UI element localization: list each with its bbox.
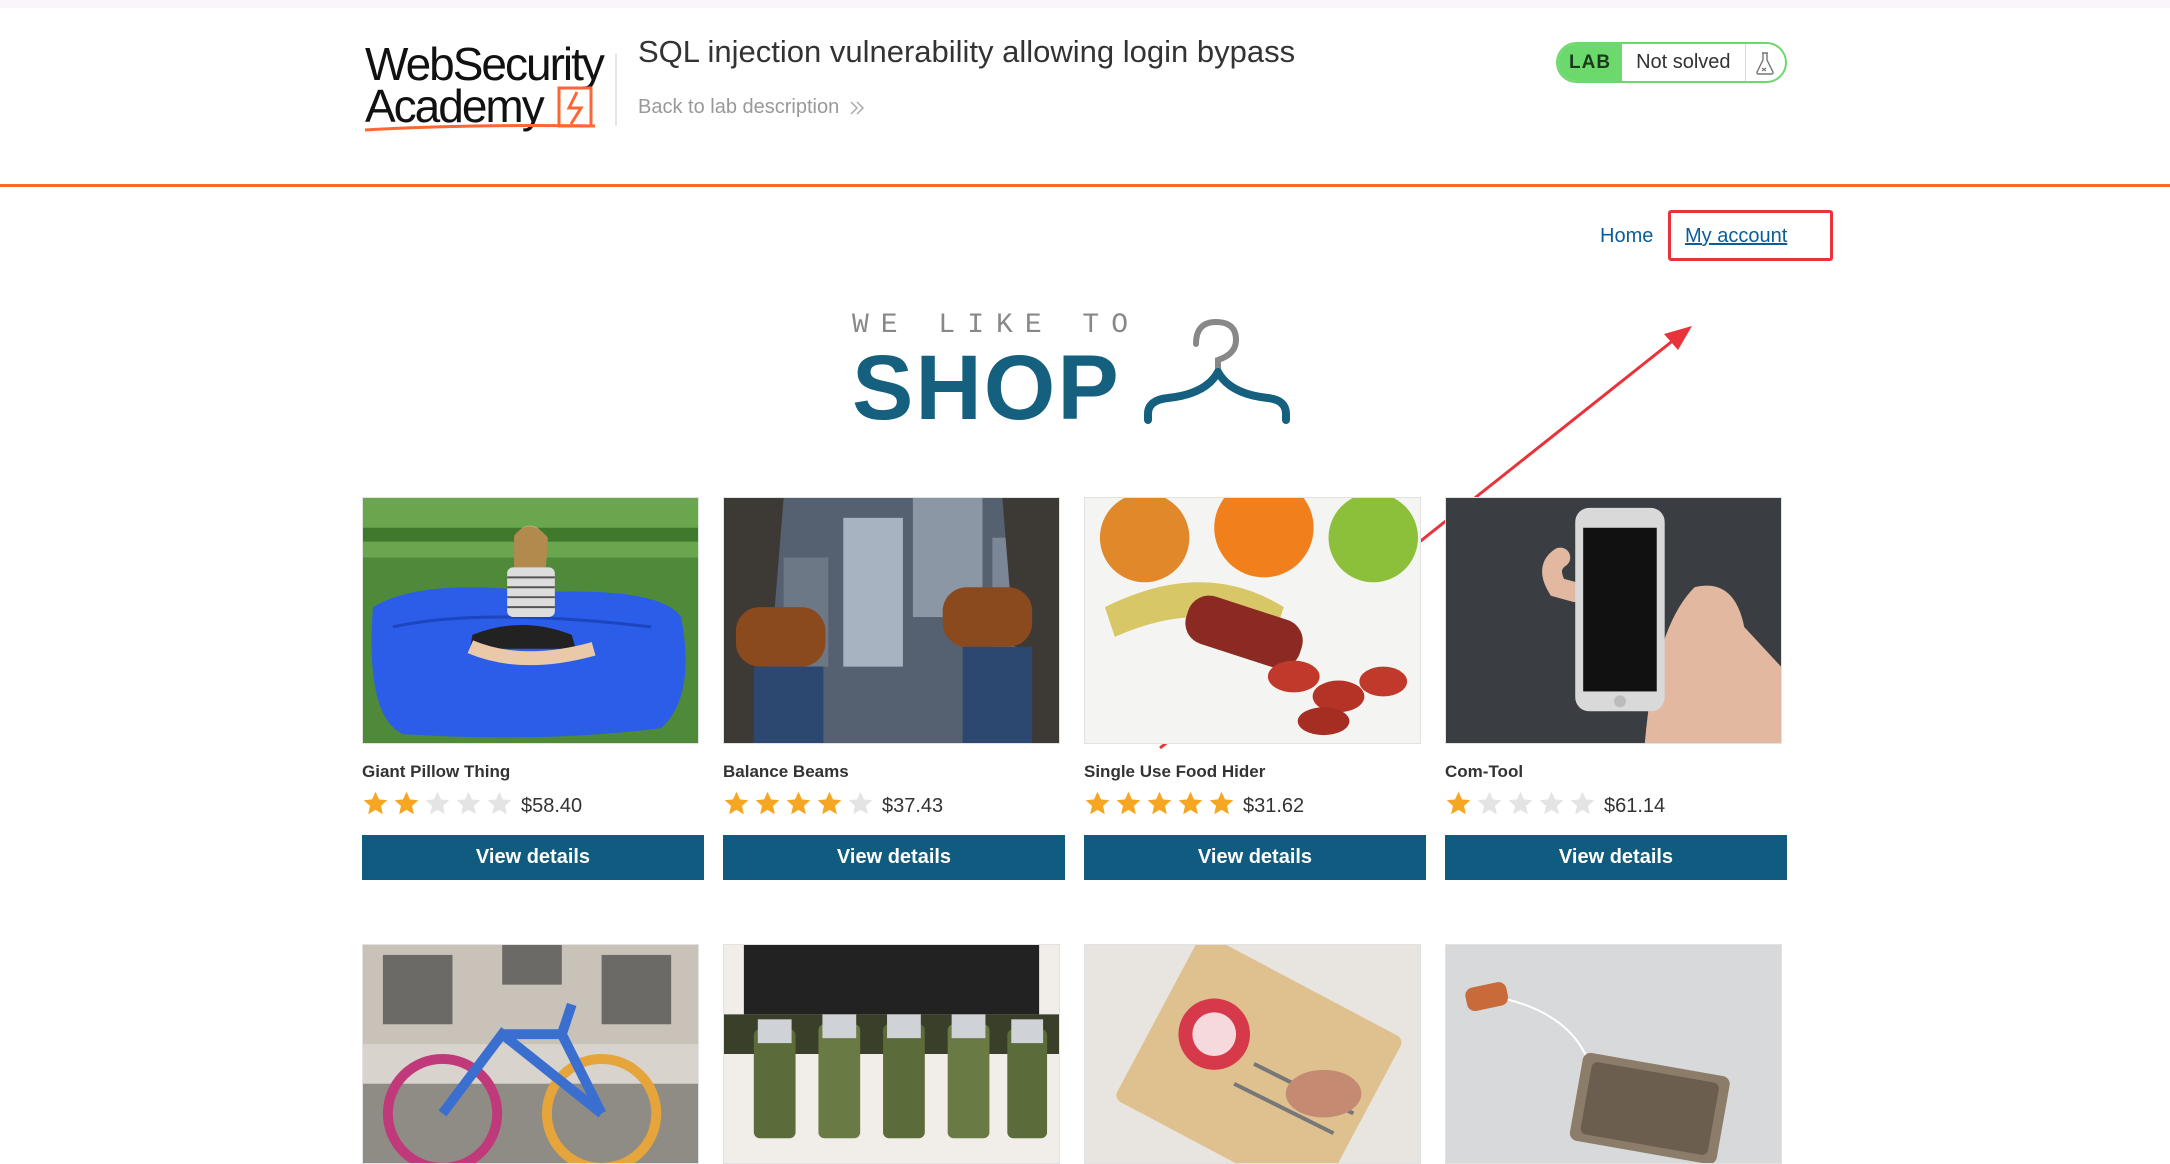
product-name: Single Use Food Hider <box>1084 762 1266 781</box>
star-filled-icon <box>1446 791 1471 815</box>
nav-home-link[interactable]: Home <box>1600 225 1653 248</box>
star-empty-icon <box>1508 791 1533 815</box>
star-filled-icon <box>363 791 388 815</box>
view-details-button[interactable]: View details <box>362 835 704 880</box>
product-rating-row: $37.43 <box>723 789 943 818</box>
product-image-yarn-bike <box>362 944 699 1164</box>
star-filled-icon <box>1116 791 1141 815</box>
back-to-lab-description-link[interactable]: Back to lab description <box>638 96 865 119</box>
banner-title: SHOP <box>852 337 1121 439</box>
star-filled-icon <box>755 791 780 815</box>
web-security-academy-logo[interactable]: WebSecurity Academy <box>363 38 623 138</box>
hanger-icon <box>1144 318 1290 424</box>
product-name: Balance Beams <box>723 762 849 781</box>
we-like-to-shop-banner: WE LIKE TO SHOP <box>852 310 1300 435</box>
star-empty-icon <box>848 791 873 815</box>
star-empty-icon <box>1539 791 1564 815</box>
lab-status-badge: LAB Not solved <box>1556 42 1787 83</box>
star-filled-icon <box>1085 791 1110 815</box>
star-filled-icon <box>724 791 749 815</box>
star-rating <box>1445 790 1596 817</box>
double-chevron-right-icon <box>850 100 865 115</box>
star-rating <box>362 790 513 817</box>
back-link-label: Back to lab description <box>638 96 840 118</box>
logo-divider <box>615 54 617 126</box>
lab-status-text: Not solved <box>1636 51 1731 73</box>
product-rating-row: $58.40 <box>362 789 582 818</box>
lab-title: SQL injection vulnerability allowing log… <box>638 34 1296 69</box>
lab-tag: LAB <box>1558 44 1623 81</box>
product-image-mousetrap <box>1084 944 1421 1164</box>
product-rating-row: $31.62 <box>1084 789 1304 818</box>
star-filled-icon <box>1147 791 1172 815</box>
product-price: $61.14 <box>1604 795 1666 817</box>
star-rating <box>1084 790 1235 817</box>
star-empty-icon <box>487 791 512 815</box>
product-image-food-hider <box>1084 497 1421 744</box>
star-filled-icon <box>394 791 419 815</box>
star-empty-icon <box>1477 791 1502 815</box>
star-rating <box>723 790 874 817</box>
view-details-button[interactable]: View details <box>1084 835 1426 880</box>
star-empty-icon <box>425 791 450 815</box>
product-price: $31.62 <box>1243 795 1305 817</box>
star-empty-icon <box>456 791 481 815</box>
product-name: Giant Pillow Thing <box>362 762 511 781</box>
star-empty-icon <box>1570 791 1595 815</box>
product-price: $37.43 <box>882 795 944 817</box>
star-filled-icon <box>786 791 811 815</box>
view-details-button[interactable]: View details <box>723 835 1065 880</box>
product-image-com-tool <box>1445 497 1782 744</box>
product-rating-row: $61.14 <box>1445 789 1665 818</box>
star-filled-icon <box>1209 791 1234 815</box>
product-image-tea-bag <box>1445 944 1782 1164</box>
product-price: $58.40 <box>521 795 583 817</box>
lab-header: WebSecurity Academy SQL injection vulner… <box>0 8 2170 187</box>
product-name: Com-Tool <box>1445 762 1524 781</box>
annotation-highlight-box <box>1668 210 1833 261</box>
star-filled-icon <box>817 791 842 815</box>
product-image-beer-belt <box>723 944 1060 1164</box>
flask-icon <box>1744 44 1785 81</box>
product-image-giant-pillow <box>362 497 699 744</box>
view-details-button[interactable]: View details <box>1445 835 1787 880</box>
product-image-balance-beams <box>723 497 1060 744</box>
star-filled-icon <box>1178 791 1203 815</box>
